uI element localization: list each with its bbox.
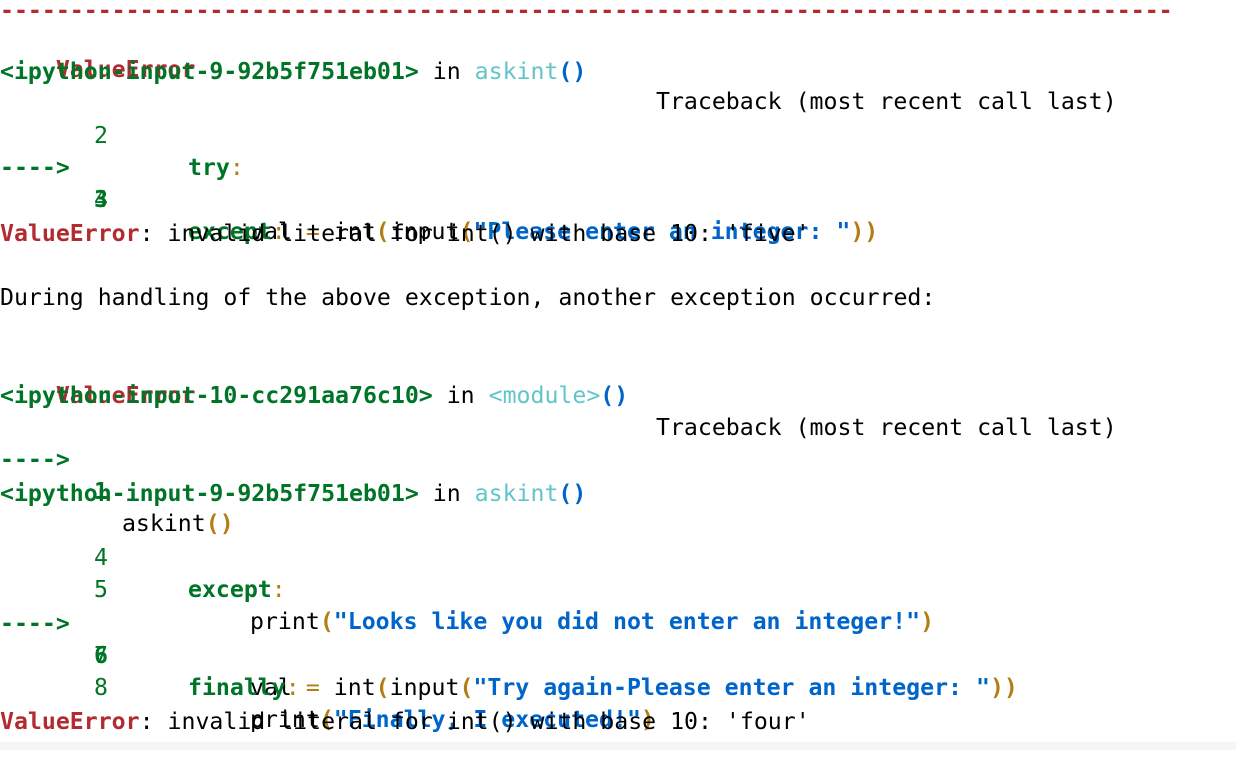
line-number: 5 — [94, 576, 108, 603]
in-word: in — [432, 382, 489, 409]
code-text: int — [319, 674, 376, 701]
traceback-header-2: ValueError Traceback (most recent call l… — [0, 348, 1117, 441]
colon: : — [229, 154, 244, 181]
code-line: 2 try: — [0, 88, 244, 181]
frame-func-parens: () — [558, 58, 587, 85]
frame-file: <ipython-input-9-92b5f751eb01> — [0, 58, 419, 85]
current-line-arrow: ----> — [0, 446, 70, 473]
output-bottom-edge — [0, 742, 1236, 750]
frame-header-2: <ipython-input-10-cc291aa76c10> in <modu… — [0, 380, 628, 412]
code-line: 4 except: — [0, 152, 286, 245]
paren: ( — [459, 674, 474, 701]
frame-header-1: <ipython-input-9-92b5f751eb01> in askint… — [0, 56, 586, 88]
string-literal: "Try again-Please enter an integer: " — [473, 674, 990, 701]
error-message-2: ValueError: invalid literal for int() wi… — [0, 706, 810, 738]
frame-header-3: <ipython-input-9-92b5f751eb01> in askint… — [0, 478, 586, 510]
frame-func-parens: () — [558, 480, 587, 507]
traceback-label: Traceback (most recent call last) — [656, 414, 1117, 441]
in-word: in — [418, 480, 475, 507]
paren: )) — [989, 674, 1018, 701]
paren: () — [205, 510, 234, 537]
error-text: : invalid literal for int() with base 10… — [139, 708, 810, 735]
string-literal: "Looks like you did not enter an integer… — [333, 608, 921, 635]
line-number: 2 — [94, 122, 108, 149]
error-name: ValueError — [0, 220, 140, 247]
error-name: ValueError — [0, 708, 140, 735]
code-line-current: ----> 3 val = int(input("Please enter an… — [0, 120, 878, 245]
frame-func-parens: () — [600, 382, 629, 409]
colon: : — [285, 674, 300, 701]
frame-func: askint — [474, 58, 559, 85]
code-text: input — [389, 674, 460, 701]
paren: ) — [920, 608, 935, 635]
code-line-current: ----> 6 val = int(input("Try again-Pleas… — [0, 576, 1018, 701]
paren: ( — [319, 608, 334, 635]
paren: ( — [375, 674, 390, 701]
line-number: 7 — [94, 642, 108, 669]
keyword: try — [188, 154, 230, 181]
traceback-header-1: ValueError Traceback (most recent call l… — [0, 22, 1117, 115]
frame-file: <ipython-input-9-92b5f751eb01> — [0, 480, 419, 507]
error-text: : invalid literal for int() with base 10… — [139, 220, 810, 247]
frame-func: askint — [474, 480, 559, 507]
traceback-label: Traceback (most recent call last) — [656, 88, 1117, 115]
operator: = — [305, 674, 320, 701]
line-number: 8 — [94, 674, 108, 701]
code-line: 7 finally: — [0, 608, 300, 701]
during-handling-message: During handling of the above exception, … — [0, 284, 936, 311]
line-number: 4 — [94, 186, 108, 213]
code-line: 5 print("Looks like you did not enter an… — [0, 542, 934, 635]
code-text: print — [250, 608, 320, 635]
paren: )) — [850, 218, 879, 245]
traceback-output: ----------------------------------------… — [0, 0, 1236, 750]
colon: : — [271, 576, 286, 603]
keyword: finally — [188, 674, 286, 701]
separator-line: ----------------------------------------… — [0, 4, 1172, 18]
code-line: 8 print("Finally, I executed!") — [0, 640, 655, 733]
code-line-current: ----> 1 askint() — [0, 412, 234, 537]
frame-func: <module> — [488, 382, 601, 409]
error-message-1: ValueError: invalid literal for int() wi… — [0, 218, 810, 250]
code-line: 4 except: — [0, 510, 286, 603]
frame-file: <ipython-input-10-cc291aa76c10> — [0, 382, 433, 409]
line-number: 4 — [94, 544, 108, 571]
code-text: askint — [108, 510, 206, 537]
in-word: in — [418, 58, 475, 85]
keyword: except — [188, 576, 272, 603]
